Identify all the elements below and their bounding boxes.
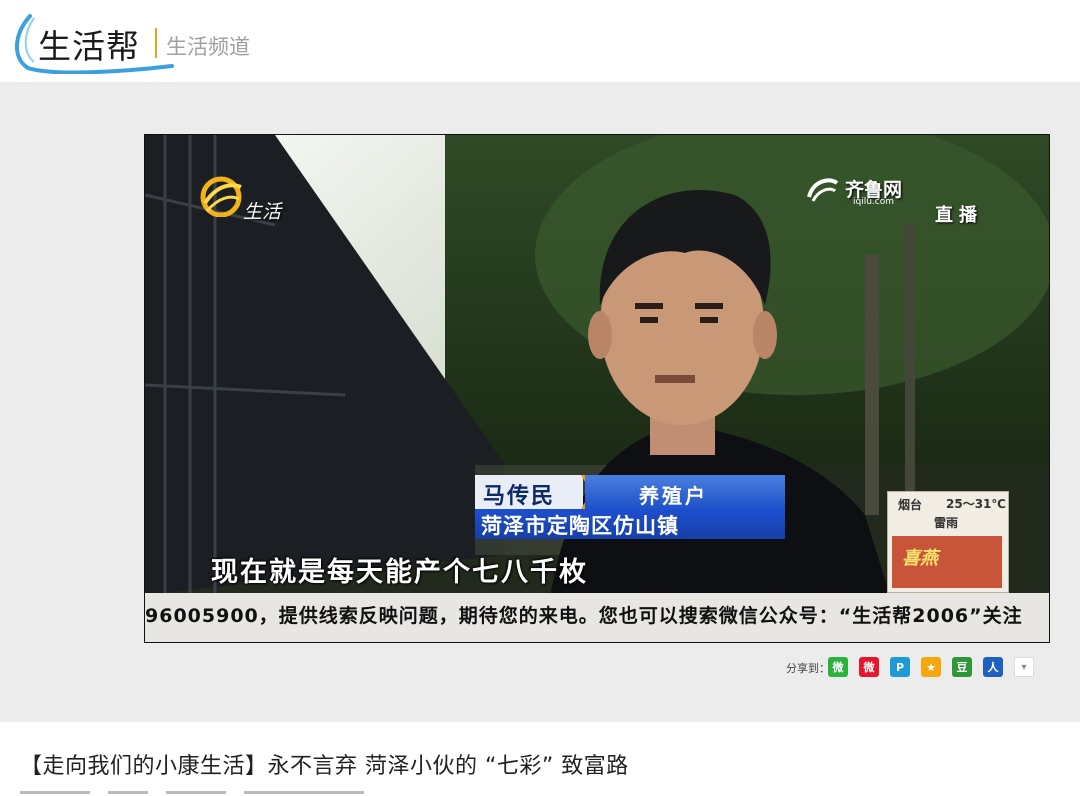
- weibo-icon[interactable]: 微: [859, 657, 879, 677]
- share-more-chevron-icon[interactable]: ▾: [1014, 657, 1034, 677]
- weather-widget: 烟台 25～31℃ 雷雨 喜燕: [887, 491, 1009, 593]
- share-label: 分享到：: [786, 662, 830, 675]
- lower-third-name: 马传民: [483, 484, 556, 509]
- share-icons: 微 微 P ★ 豆 人: [828, 657, 1003, 677]
- weather-temp: 25～31℃: [946, 497, 1006, 511]
- channel-name[interactable]: 生活频道: [166, 31, 250, 61]
- logo-divider: [155, 28, 157, 58]
- video-player[interactable]: 生活 齐鲁网 iqilu.com 直播 马传民 养殖户 菏泽市定陶区仿山镇 现在…: [144, 134, 1050, 643]
- article-meta: [20, 788, 420, 796]
- site-header: 生活帮 生活频道: [0, 0, 1080, 82]
- article-title: 【走向我们的小康生活】永不言弃 菏泽小伙的 “七彩” 致富路: [20, 754, 629, 779]
- site-logo-icon: [807, 178, 839, 202]
- news-ticker-text: 96005900，提供线索反映问题，期待您的来电。您也可以搜索微信公众号：“生活…: [145, 605, 1023, 627]
- renren-icon[interactable]: 人: [983, 657, 1003, 677]
- weather-condition: 雷雨: [934, 516, 959, 530]
- channel-logo-icon: [200, 176, 242, 217]
- video-subtitle: 现在就是每天能产个七八千枚: [211, 557, 588, 588]
- site-logo-text[interactable]: 生活帮: [38, 20, 140, 68]
- qzone-icon[interactable]: ★: [921, 657, 941, 677]
- lower-third-role: 养殖户: [639, 484, 708, 508]
- lower-third-place: 菏泽市定陶区仿山镇: [481, 514, 679, 538]
- tencent-weibo-icon[interactable]: P: [890, 657, 910, 677]
- wechat-icon[interactable]: 微: [828, 657, 848, 677]
- weather-ad-text: 喜燕: [902, 548, 938, 569]
- live-label: 直播: [935, 205, 983, 226]
- weather-city: 烟台: [898, 498, 923, 512]
- site-logo-url: iqilu.com: [853, 197, 895, 207]
- douban-icon[interactable]: 豆: [952, 657, 972, 677]
- channel-logo-text: 生活: [243, 201, 282, 223]
